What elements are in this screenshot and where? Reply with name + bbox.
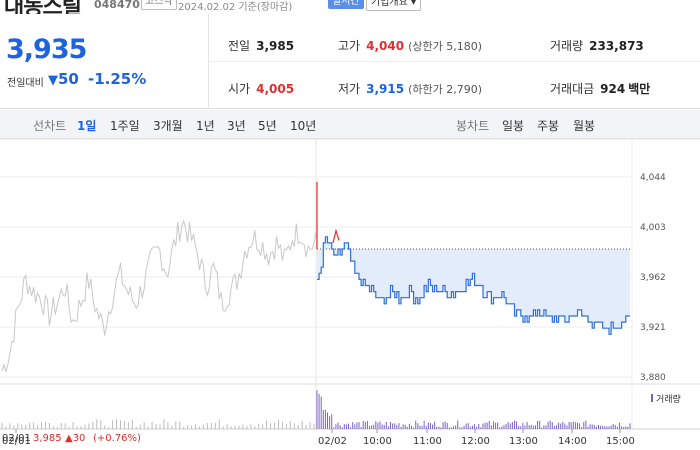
tab-1w[interactable]: 1주일 bbox=[110, 117, 140, 134]
y-tick-label: 4,044 bbox=[640, 173, 666, 183]
price-chart: 4,0444,0033,9623,9213,880 거래량 02/01 02/02… bbox=[0, 139, 700, 447]
stat-low: 저가 3,915 (하한가 2,790) bbox=[338, 82, 482, 96]
price-summary: 3,935 전일대비 ▼50 -1.25% bbox=[0, 14, 208, 108]
title-bar: 대동스틸 048470 코스닥 2024.02.02 기준(장마감) 실시간 기… bbox=[0, 0, 700, 14]
footer-date: 02/01 bbox=[2, 433, 31, 444]
tab-1y[interactable]: 1년 bbox=[196, 117, 215, 134]
footer-change: ▲30 bbox=[65, 433, 86, 444]
footer-prev-day: 02/01 3,985 ▲30 (+0.76%) bbox=[0, 431, 700, 450]
divider bbox=[208, 61, 700, 62]
market-badge: 코스닥 bbox=[141, 0, 177, 10]
down-triangle-icon: ▼ bbox=[48, 73, 58, 88]
y-tick-label: 3,962 bbox=[640, 273, 666, 283]
divider bbox=[0, 108, 700, 109]
change-percent: -1.25% bbox=[88, 70, 147, 88]
volume-label: 거래량 bbox=[656, 393, 681, 405]
stat-open: 시가 4,005 bbox=[228, 82, 295, 96]
chart-tab-bar: 선차트 1일 1주일 3개월 1년 3년 5년 10년 봉차트 일봉 주봉 월봉 bbox=[0, 110, 700, 139]
stat-high: 고가 4,040 (상한가 5,180) bbox=[338, 39, 482, 53]
change-value: ▼50 bbox=[48, 70, 79, 88]
tab-5y[interactable]: 5년 bbox=[258, 117, 277, 134]
change-label: 전일대비 bbox=[7, 78, 44, 89]
y-tick-label: 3,921 bbox=[640, 323, 666, 333]
tab-monthly[interactable]: 월봉 bbox=[573, 117, 595, 134]
candle-chart-label: 봉차트 bbox=[456, 119, 490, 133]
prev-day-series bbox=[1, 219, 317, 373]
realtime-button[interactable]: 실시간 bbox=[328, 0, 364, 9]
tab-weekly[interactable]: 주봉 bbox=[537, 117, 559, 134]
y-axis-labels: 4,044 4,003 3,962 3,921 3,880 bbox=[640, 173, 666, 383]
tab-3m[interactable]: 3개월 bbox=[153, 117, 183, 134]
high-spike bbox=[332, 228, 340, 244]
stock-name: 대동스틸 bbox=[4, 0, 82, 14]
current-price: 3,935 bbox=[6, 34, 87, 65]
volume-bars: 거래량 bbox=[1, 390, 681, 429]
tab-1d[interactable]: 1일 bbox=[77, 117, 96, 134]
date-note: 2024.02.02 기준(장마감) bbox=[178, 2, 293, 13]
y-tick-label: 3,880 bbox=[640, 373, 666, 383]
today-line bbox=[316, 181, 632, 335]
footer-pct: (+0.76%) bbox=[93, 433, 141, 444]
area-fill bbox=[317, 236, 630, 335]
stock-code: 048470 bbox=[94, 0, 140, 11]
stat-prev-close: 전일 3,985 bbox=[228, 39, 295, 53]
tab-3y[interactable]: 3년 bbox=[227, 117, 246, 134]
tab-daily[interactable]: 일봉 bbox=[502, 117, 524, 134]
volume-legend-swatch bbox=[651, 394, 653, 402]
footer-price: 3,985 bbox=[33, 433, 62, 444]
tab-10y[interactable]: 10년 bbox=[290, 117, 316, 134]
stat-volume: 거래량 233,873 bbox=[550, 39, 644, 53]
company-overview-button[interactable]: 기업개요 ▾ bbox=[366, 0, 421, 11]
stat-amount: 거래대금 924 백만 bbox=[550, 82, 651, 96]
prev-day-line bbox=[1, 219, 317, 373]
y-tick-label: 4,003 bbox=[640, 223, 666, 233]
line-chart-label: 선차트 bbox=[33, 119, 67, 133]
